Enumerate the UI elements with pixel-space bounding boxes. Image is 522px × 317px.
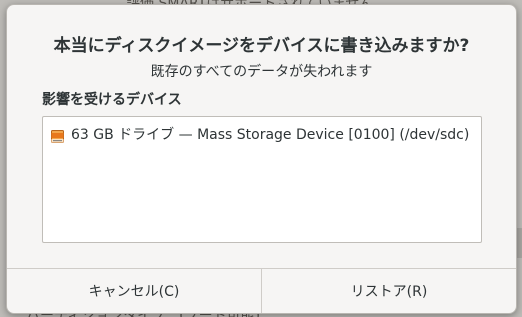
restore-button[interactable]: リストア(R) bbox=[261, 269, 516, 313]
device-label: 63 GB ドライブ — Mass Storage Device [0100] … bbox=[71, 127, 470, 143]
confirm-restore-dialog: 本当にディスクイメージをデバイスに書き込みますか? 既存のすべてのデータが失われ… bbox=[6, 4, 517, 314]
drive-icon bbox=[51, 128, 64, 143]
affected-devices-list: 63 GB ドライブ — Mass Storage Device [0100] … bbox=[42, 116, 482, 243]
dialog-subtitle: 既存のすべてのデータが失われます bbox=[150, 64, 373, 80]
cancel-button[interactable]: キャンセル(C) bbox=[7, 269, 261, 313]
dialog-title: 本当にディスクイメージをデバイスに書き込みますか? bbox=[53, 36, 470, 56]
dialog-button-bar: キャンセル(C) リストア(R) bbox=[7, 268, 516, 313]
list-item: 63 GB ドライブ — Mass Storage Device [0100] … bbox=[51, 124, 469, 144]
affected-devices-label: 影響を受けるデバイス bbox=[42, 92, 182, 108]
